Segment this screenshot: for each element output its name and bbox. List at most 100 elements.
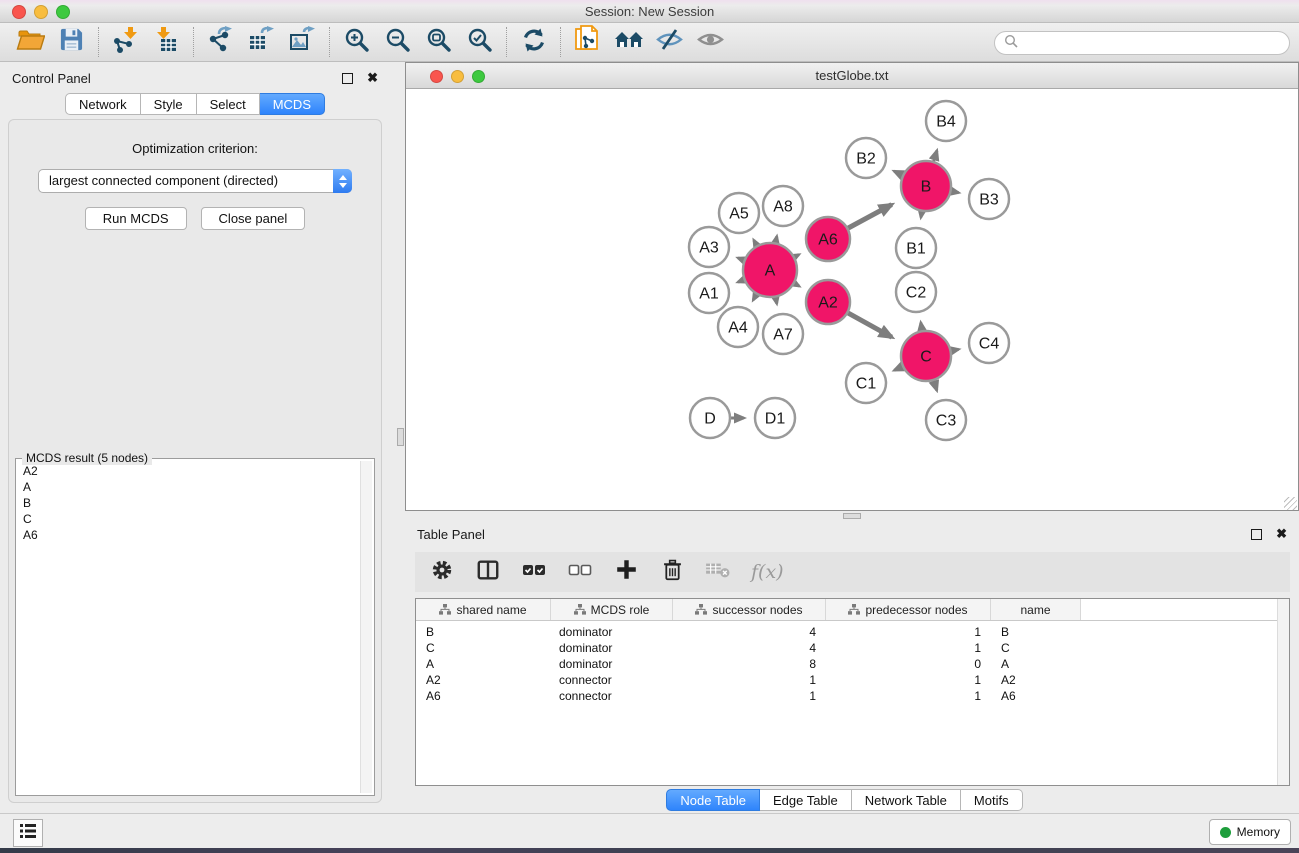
table-row[interactable]: A6connector11A6: [416, 688, 1289, 704]
refresh-icon: [521, 27, 547, 58]
zoom-selected-button[interactable]: [459, 25, 500, 59]
run-mcds-button[interactable]: Run MCDS: [85, 207, 187, 230]
graph-edge-B-B4[interactable]: [933, 151, 937, 163]
export-image-icon: [289, 26, 316, 58]
tab-node-table[interactable]: Node Table: [666, 789, 760, 811]
graph-node-label: B3: [979, 192, 999, 209]
export-table-icon: [248, 26, 275, 58]
deselect-all-button[interactable]: [567, 559, 593, 585]
mcds-result-item[interactable]: C: [18, 511, 360, 527]
network-window-titlebar[interactable]: testGlobe.txt: [406, 63, 1298, 89]
optimization-criterion-dropdown[interactable]: largest connected component (directed): [38, 169, 352, 193]
graph-node-label: A6: [818, 232, 838, 249]
tab-motifs[interactable]: Motifs: [961, 789, 1023, 811]
table-settings-button[interactable]: [429, 559, 455, 585]
zoom-traffic-light[interactable]: [56, 5, 70, 19]
mcds-result-item[interactable]: A6: [18, 527, 360, 543]
function-builder-button[interactable]: f(x): [751, 559, 784, 585]
mcds-result-list[interactable]: A2ABCA6: [18, 463, 360, 793]
mcds-result-item[interactable]: A: [18, 479, 360, 495]
table-cell: A: [416, 656, 551, 672]
search-box[interactable]: [994, 31, 1290, 55]
close-panel-button[interactable]: Close panel: [201, 207, 306, 230]
minimize-traffic-light[interactable]: [451, 70, 464, 83]
table-row[interactable]: Bdominator41B: [416, 624, 1289, 640]
graph-node-label: B4: [936, 114, 956, 131]
export-image-button[interactable]: [282, 25, 323, 59]
tab-select[interactable]: Select: [197, 93, 260, 115]
graph-edge-C-C4[interactable]: [951, 349, 959, 351]
create-column-button[interactable]: [613, 559, 639, 585]
refresh-button[interactable]: [513, 25, 554, 59]
graph-edge-A2-C[interactable]: [847, 313, 892, 338]
network-canvas[interactable]: AA6A2BCA5A8A3A1A4A7B2B4B3B1C2C4C1C3DD1: [406, 89, 1298, 511]
table-cell: 1: [826, 672, 991, 688]
network-view-window: testGlobe.txt AA6A2BCA5A8A3A1A4A7B2B4B3B…: [405, 62, 1299, 511]
search-input[interactable]: [1018, 33, 1289, 53]
table-panel: Table Panel ✖ f(x) shared name MCDS role…: [390, 520, 1299, 813]
open-button[interactable]: [10, 25, 51, 59]
export-network-button[interactable]: [200, 25, 241, 59]
zoom-in-button[interactable]: [336, 25, 377, 59]
import-network-button[interactable]: [105, 25, 146, 59]
tab-network[interactable]: Network: [65, 93, 141, 115]
delete-table-button[interactable]: [705, 559, 731, 585]
graph-edge-C-C3[interactable]: [934, 380, 937, 391]
graph-edge-A6-B[interactable]: [847, 205, 891, 229]
network-graph[interactable]: AA6A2BCA5A8A3A1A4A7B2B4B3B1C2C4C1C3DD1: [406, 89, 1298, 511]
table-row[interactable]: A2connector11A2: [416, 672, 1289, 688]
mcds-result-item[interactable]: B: [18, 495, 360, 511]
memory-button[interactable]: Memory: [1209, 819, 1291, 845]
float-panel-icon[interactable]: [1251, 529, 1262, 540]
graph-edge-C-C1[interactable]: [894, 366, 903, 370]
minimize-traffic-light[interactable]: [34, 5, 48, 19]
tab-edge-table[interactable]: Edge Table: [760, 789, 852, 811]
column-header-mcds-role[interactable]: MCDS role: [551, 599, 673, 620]
graph-node-label: C1: [856, 376, 877, 393]
column-header-shared-name[interactable]: shared name: [416, 599, 551, 620]
table-row[interactable]: Adominator80A: [416, 656, 1289, 672]
tab-style[interactable]: Style: [141, 93, 197, 115]
column-header-successor-nodes[interactable]: successor nodes: [673, 599, 826, 620]
mcds-result-scrollbar[interactable]: [360, 461, 372, 793]
close-panel-icon[interactable]: ✖: [1276, 529, 1287, 539]
split-panel-button[interactable]: [475, 559, 501, 585]
open-folder-icon: [16, 27, 45, 57]
zoom-traffic-light[interactable]: [472, 70, 485, 83]
save-button[interactable]: [51, 25, 92, 59]
clone-network-icon: [574, 25, 601, 59]
show-details-button[interactable]: [690, 25, 731, 59]
tab-network-table[interactable]: Network Table: [852, 789, 961, 811]
graph-edge-B-B2[interactable]: [894, 171, 903, 175]
graph-edge-C-C2[interactable]: [921, 323, 922, 332]
import-table-button[interactable]: [146, 25, 187, 59]
table-tabs-row: Node Table Edge Table Network Table Moti…: [390, 789, 1299, 811]
mcds-result-item[interactable]: A2: [18, 463, 360, 479]
select-all-button[interactable]: [521, 559, 547, 585]
clone-network-button[interactable]: [567, 25, 608, 59]
column-header-name[interactable]: name: [991, 599, 1081, 620]
graph-node-label: D: [704, 411, 716, 428]
close-traffic-light[interactable]: [430, 70, 443, 83]
horizontal-split-handle[interactable]: [843, 513, 861, 519]
close-panel-icon[interactable]: ✖: [367, 73, 378, 83]
zoom-fit-button[interactable]: [418, 25, 459, 59]
hide-details-button[interactable]: [649, 25, 690, 59]
zoom-out-button[interactable]: [377, 25, 418, 59]
graph-edge-B-B3[interactable]: [951, 191, 959, 193]
export-table-button[interactable]: [241, 25, 282, 59]
table-scrollbar[interactable]: [1277, 599, 1289, 785]
task-history-button[interactable]: [13, 819, 43, 847]
column-header-predecessor-nodes[interactable]: predecessor nodes: [826, 599, 991, 620]
vertical-split-handle[interactable]: [397, 428, 404, 446]
network-window-controls: [430, 70, 485, 83]
table-cell: C: [991, 640, 1081, 656]
home-button[interactable]: [608, 25, 649, 59]
gear-icon: [430, 558, 454, 587]
close-traffic-light[interactable]: [12, 5, 26, 19]
resize-grip[interactable]: [1284, 497, 1297, 510]
tab-mcds[interactable]: MCDS: [260, 93, 325, 115]
delete-columns-button[interactable]: [659, 559, 685, 585]
table-row[interactable]: Cdominator41C: [416, 640, 1289, 656]
float-panel-icon[interactable]: [342, 73, 353, 84]
